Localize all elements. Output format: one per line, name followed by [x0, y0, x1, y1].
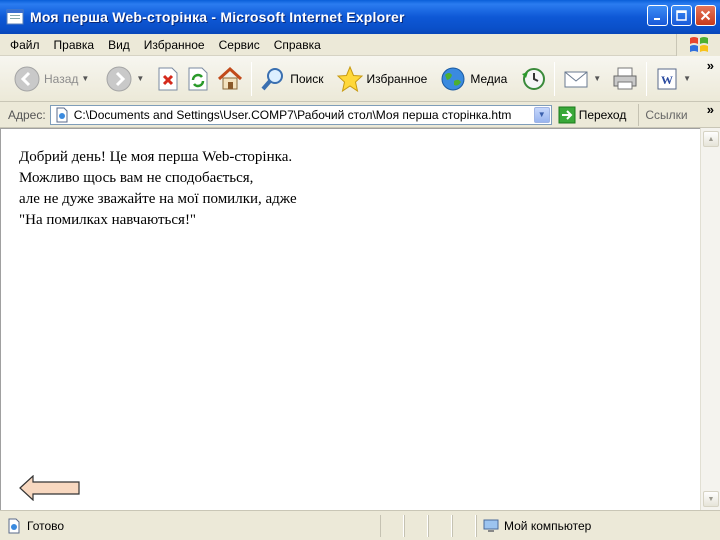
title-bar[interactable]: Моя перша Web-сторінка - Microsoft Inter… [0, 0, 720, 34]
address-dropdown-icon[interactable]: ▼ [533, 106, 550, 123]
back-label: Назад [44, 71, 79, 86]
page-line: "На помилках навчаються!" [19, 212, 197, 228]
back-arrow-icon [14, 66, 40, 91]
page-line: Добрий день! Це моя перша Web-сторінка. [19, 149, 293, 165]
close-icon [700, 10, 711, 21]
edit-button[interactable]: W ▼ [651, 60, 694, 98]
scroll-up-button[interactable]: ▲ [703, 131, 719, 147]
menu-tools[interactable]: Сервис [212, 38, 267, 52]
search-label: Поиск [290, 71, 324, 86]
menu-view[interactable]: Вид [101, 38, 137, 52]
address-field[interactable]: ▼ [49, 104, 552, 125]
refresh-button[interactable] [183, 60, 213, 98]
zone-label: Мой компьютер [504, 518, 592, 533]
media-label: Медиа [470, 71, 508, 86]
search-icon [261, 67, 284, 90]
search-button[interactable]: Поиск [256, 60, 326, 98]
history-button[interactable] [516, 60, 550, 98]
scroll-down-button[interactable]: ▼ [703, 491, 719, 507]
media-button[interactable]: Медиа [436, 60, 510, 98]
windows-flag-icon [689, 37, 708, 52]
menu-edit[interactable]: Правка [47, 38, 102, 52]
svg-text:W: W [661, 73, 673, 87]
history-clock-icon [522, 67, 546, 90]
mail-dropdown-icon[interactable]: ▼ [593, 74, 601, 83]
links-label: Ссылки [645, 107, 688, 122]
minimize-icon [653, 17, 660, 20]
word-edit-icon: W [657, 68, 677, 89]
page-line: Можливо щось вам не сподобається, [19, 170, 254, 186]
edit-dropdown-icon[interactable]: ▼ [683, 74, 691, 83]
home-icon [218, 66, 243, 89]
status-main: Готово [0, 515, 380, 537]
toolbar: Назад ▼ ▼ Поиск Избранное Медиа ▼ W ▼ » [0, 56, 720, 102]
back-link-arrow-icon[interactable] [19, 475, 81, 501]
favorites-label: Избранное [366, 71, 428, 86]
menu-file[interactable]: Файл [0, 38, 47, 52]
toolbar-separator [251, 61, 253, 96]
back-dropdown-icon[interactable]: ▼ [81, 74, 89, 83]
mail-icon [564, 71, 588, 87]
mail-button[interactable]: ▼ [559, 60, 604, 98]
menu-bar: Файл Правка Вид Избранное Сервис Справка [0, 34, 720, 56]
minimize-button[interactable] [647, 5, 668, 26]
stop-icon [158, 67, 178, 90]
stop-button[interactable] [153, 60, 183, 98]
page-content: Добрий день! Це моя перша Web-сторінка. … [0, 128, 700, 510]
home-button[interactable] [213, 60, 247, 98]
forward-dropdown-icon[interactable]: ▼ [136, 74, 144, 83]
toolbar-separator [646, 61, 648, 96]
back-button[interactable]: Назад ▼ [10, 60, 92, 98]
print-icon [613, 67, 637, 89]
print-button[interactable] [608, 60, 642, 98]
status-cell [380, 514, 404, 537]
maximize-button[interactable] [671, 5, 692, 26]
favorites-button[interactable]: Избранное [333, 60, 431, 98]
favorites-star-icon [336, 65, 363, 92]
security-zone: Мой компьютер [476, 514, 720, 537]
links-chevron[interactable]: » [707, 102, 714, 117]
links-button[interactable]: Ссылки [638, 103, 688, 126]
status-cell [428, 514, 452, 537]
toolbar-separator [554, 61, 556, 96]
status-text: Готово [27, 518, 65, 533]
go-arrow-icon [558, 106, 576, 123]
status-bar: Готово Мой компьютер [0, 510, 720, 540]
forward-arrow-icon [106, 66, 132, 91]
my-computer-icon [483, 519, 499, 532]
window-title: Моя перша Web-сторінка - Microsoft Inter… [30, 9, 405, 25]
address-label: Адрес: [8, 107, 46, 122]
internet-explorer-icon [5, 7, 25, 27]
toolbar-chevron[interactable]: » [707, 58, 714, 73]
page-line: але не дуже зважайте на мої помилки, адж… [19, 191, 297, 207]
address-input[interactable] [73, 107, 514, 122]
status-cell [404, 514, 428, 537]
address-bar: Адрес: ▼ Переход Ссылки » [0, 102, 720, 128]
page-icon [56, 107, 68, 122]
refresh-icon [188, 67, 208, 90]
close-button[interactable] [695, 5, 716, 26]
maximize-icon [676, 10, 687, 21]
menu-help[interactable]: Справка [267, 38, 328, 52]
page-done-icon [8, 518, 20, 533]
windows-logo [676, 34, 720, 56]
media-globe-icon [441, 67, 465, 90]
go-button[interactable]: Переход [558, 106, 627, 124]
go-label: Переход [578, 107, 627, 122]
menu-favorites[interactable]: Избранное [137, 38, 212, 52]
forward-button[interactable]: ▼ [102, 60, 147, 98]
vertical-scrollbar[interactable]: ▲ ▼ [700, 128, 720, 510]
status-cell [452, 514, 476, 537]
page-text: Добрий день! Це моя перша Web-сторінка. … [19, 147, 297, 231]
